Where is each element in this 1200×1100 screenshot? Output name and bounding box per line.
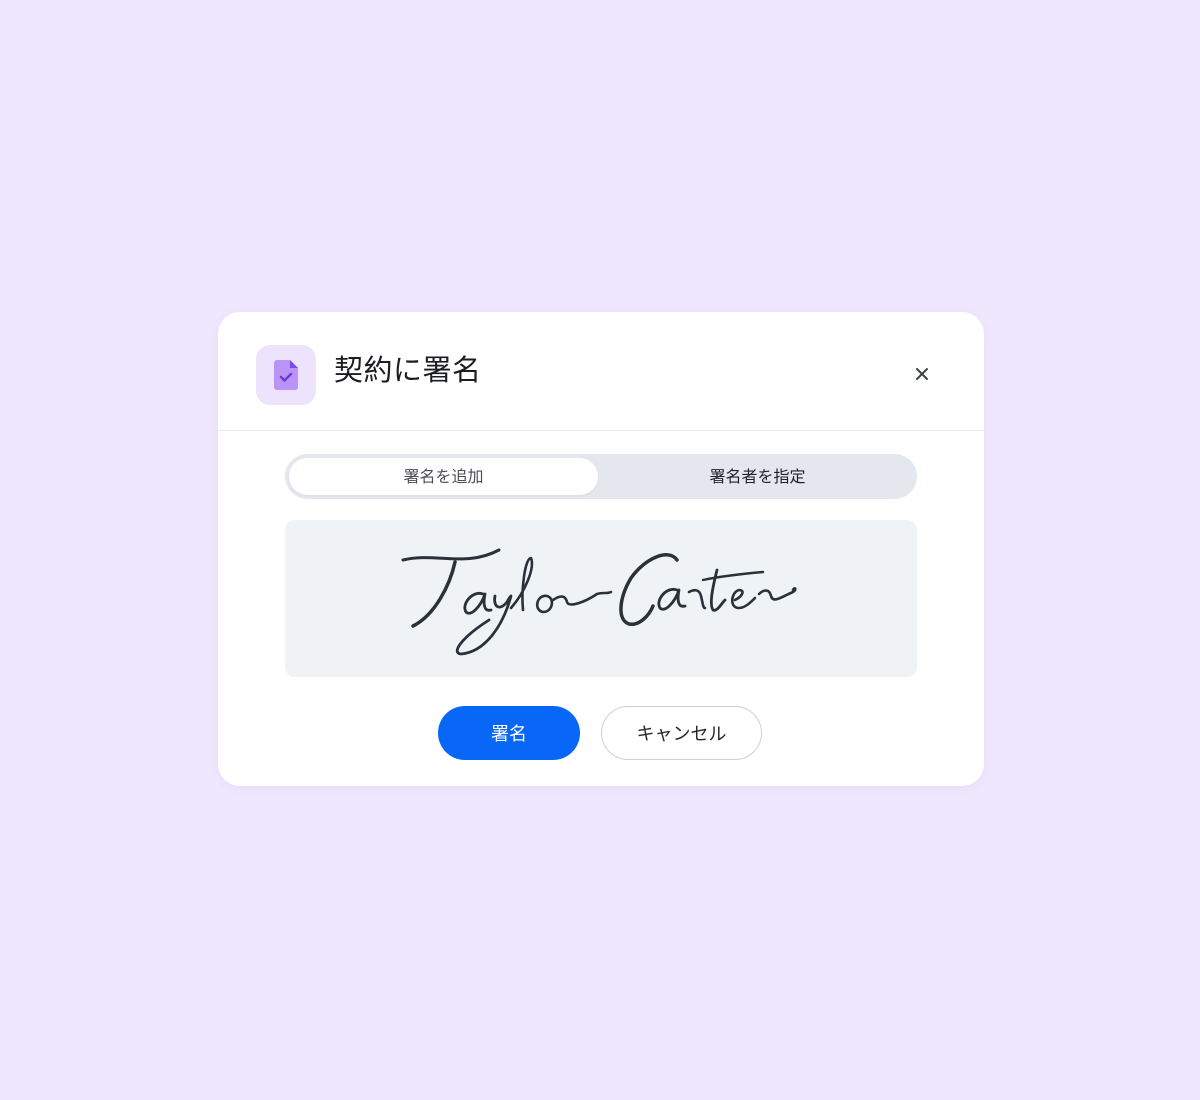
sign-button[interactable]: 署名 [438, 706, 580, 760]
tab-add-signature[interactable]: 署名を追加 [289, 458, 598, 495]
signature-image [401, 548, 797, 656]
signature-canvas[interactable] [285, 520, 917, 677]
tab-assign-signer[interactable]: 署名者を指定 [602, 458, 913, 495]
close-icon [916, 368, 928, 380]
dialog-title: 契約に署名 [334, 353, 482, 387]
dialog-header: 契約に署名 [218, 312, 984, 431]
app-icon-tile [256, 345, 316, 405]
sign-contract-dialog: 契約に署名 署名を追加 署名者を指定 署名 キャンセル [218, 312, 984, 786]
document-check-icon [274, 360, 298, 390]
close-button[interactable] [906, 358, 938, 390]
signature-mode-tabs: 署名を追加 署名者を指定 [285, 454, 917, 499]
cancel-button[interactable]: キャンセル [601, 706, 762, 760]
